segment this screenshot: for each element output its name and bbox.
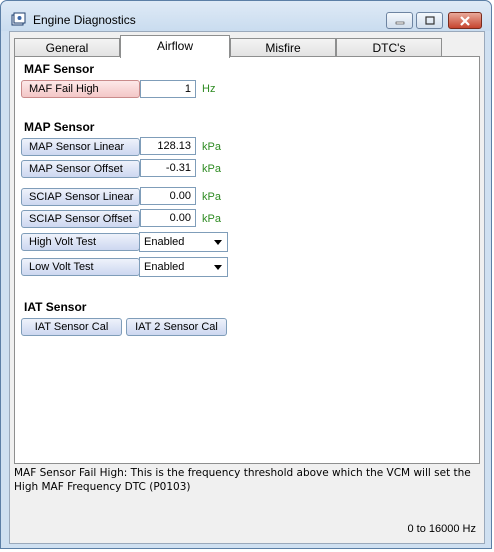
app-icon xyxy=(11,12,26,26)
help-description: MAF Sensor Fail High: This is the freque… xyxy=(14,467,471,493)
airflow-panel: MAF Sensor MAF Fail High 1 Hz MAP Sensor… xyxy=(14,56,480,464)
maf-fail-high-unit: Hz xyxy=(202,83,216,95)
close-icon xyxy=(460,15,470,26)
map-sensor-offset-field[interactable]: -0.31 xyxy=(140,159,196,177)
dropdown-arrow-icon xyxy=(214,265,222,270)
value-range: 0 to 16000 Hz xyxy=(407,523,477,535)
map-section-heading: MAP Sensor xyxy=(24,120,95,134)
minimize-button[interactable] xyxy=(386,12,413,29)
dropdown-arrow-icon xyxy=(214,240,222,245)
map-sensor-offset-label[interactable]: MAP Sensor Offset xyxy=(21,160,140,178)
iat-2-sensor-cal-button[interactable]: IAT 2 Sensor Cal xyxy=(126,318,227,336)
sciap-sensor-linear-unit: kPa xyxy=(202,191,221,203)
low-volt-test-value: Enabled xyxy=(144,261,185,273)
map-sensor-linear-field[interactable]: 128.13 xyxy=(140,137,196,155)
maximize-icon xyxy=(424,16,435,25)
high-volt-test-value: Enabled xyxy=(144,236,185,248)
iat-section-heading: IAT Sensor xyxy=(24,300,87,314)
sciap-sensor-offset-label[interactable]: SCIAP Sensor Offset xyxy=(21,210,140,228)
low-volt-test-label[interactable]: Low Volt Test xyxy=(21,258,140,276)
tab-airflow[interactable]: Airflow xyxy=(120,35,230,58)
high-volt-test-label[interactable]: High Volt Test xyxy=(21,233,140,251)
minimize-icon xyxy=(395,21,404,24)
maximize-button[interactable] xyxy=(416,12,443,29)
low-volt-test-select[interactable]: Enabled xyxy=(139,257,228,277)
maf-fail-high-field[interactable]: 1 xyxy=(140,80,196,98)
tab-dtcs[interactable]: DTC's xyxy=(336,38,442,57)
close-button[interactable] xyxy=(448,12,482,29)
map-sensor-linear-label[interactable]: MAP Sensor Linear xyxy=(21,138,140,156)
maf-fail-high-label[interactable]: MAF Fail High xyxy=(21,80,140,98)
client-area: General Airflow Misfire DTC's MAF Sensor… xyxy=(9,31,485,544)
sciap-sensor-linear-label[interactable]: SCIAP Sensor Linear xyxy=(21,188,140,206)
high-volt-test-select[interactable]: Enabled xyxy=(139,232,228,252)
sciap-sensor-offset-field[interactable]: 0.00 xyxy=(140,209,196,227)
tab-bar: General Airflow Misfire DTC's xyxy=(14,35,482,58)
tab-misfire[interactable]: Misfire xyxy=(230,38,336,57)
tab-general[interactable]: General xyxy=(14,38,120,57)
sciap-sensor-linear-field[interactable]: 0.00 xyxy=(140,187,196,205)
sciap-sensor-offset-unit: kPa xyxy=(202,213,221,225)
maf-section-heading: MAF Sensor xyxy=(24,62,95,76)
window: Engine Diagnostics General Airflow Misfi… xyxy=(0,0,492,549)
iat-sensor-cal-button[interactable]: IAT Sensor Cal xyxy=(21,318,122,336)
window-title: Engine Diagnostics xyxy=(33,13,136,27)
title-bar[interactable]: Engine Diagnostics xyxy=(1,1,491,31)
map-sensor-offset-unit: kPa xyxy=(202,163,221,175)
map-sensor-linear-unit: kPa xyxy=(202,141,221,153)
